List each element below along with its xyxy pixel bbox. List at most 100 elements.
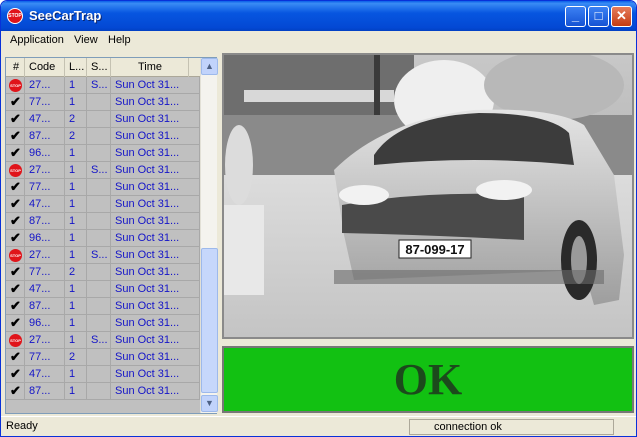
- cell-code: 77...: [25, 179, 65, 196]
- cell-lane: 1: [65, 213, 87, 230]
- table-row[interactable]: STOP 27... 1 S... Sun Oct 31...: [6, 77, 200, 94]
- cell-lane: 1: [65, 298, 87, 315]
- cell-time: Sun Oct 31...: [111, 264, 200, 281]
- stop-sign-icon: STOP: [7, 8, 23, 24]
- cell-time: Sun Oct 31...: [111, 230, 200, 247]
- cell-lane: 1: [65, 332, 87, 349]
- row-icon-cell: ✔: [6, 94, 25, 111]
- cell-time: Sun Oct 31...: [111, 111, 200, 128]
- cell-lane: 1: [65, 315, 87, 332]
- check-icon: ✔: [10, 94, 21, 109]
- row-icon-cell: ✔: [6, 213, 25, 230]
- check-icon: ✔: [10, 366, 21, 381]
- status-bar: Ready connection ok: [1, 416, 636, 436]
- scroll-up-button[interactable]: ▲: [201, 58, 218, 75]
- table-row[interactable]: ✔ 77... 1 Sun Oct 31...: [6, 179, 200, 196]
- menu-view[interactable]: View: [74, 34, 98, 46]
- table-row[interactable]: STOP 27... 1 S... Sun Oct 31...: [6, 162, 200, 179]
- stop-icon: STOP: [9, 249, 22, 262]
- menu-bar: Application View Help: [1, 31, 636, 50]
- cell-code: 96...: [25, 230, 65, 247]
- check-icon: ✔: [10, 196, 21, 211]
- table-row[interactable]: ✔ 47... 1 Sun Oct 31...: [6, 196, 200, 213]
- minimize-button[interactable]: _: [565, 6, 586, 27]
- cell-code: 47...: [25, 111, 65, 128]
- cell-status: [87, 213, 111, 230]
- col-header-code[interactable]: Code: [25, 58, 65, 77]
- cell-time: Sun Oct 31...: [111, 247, 200, 264]
- cell-lane: 1: [65, 162, 87, 179]
- stop-icon: STOP: [9, 334, 22, 347]
- events-list[interactable]: # Code L... S... Time STOP 27... 1 S... Sun …: [5, 57, 218, 414]
- cell-lane: 1: [65, 230, 87, 247]
- scroll-down-button[interactable]: ▼: [201, 395, 218, 412]
- table-row[interactable]: ✔ 87... 2 Sun Oct 31...: [6, 128, 200, 145]
- menu-application[interactable]: Application: [10, 34, 64, 46]
- cell-status: [87, 298, 111, 315]
- row-icon-cell: STOP: [6, 332, 25, 349]
- window-title: SeeCarTrap: [29, 8, 102, 23]
- row-icon-cell: ✔: [6, 383, 25, 400]
- check-icon: ✔: [10, 213, 21, 228]
- menu-help[interactable]: Help: [108, 34, 131, 46]
- cell-code: 87...: [25, 383, 65, 400]
- cell-time: Sun Oct 31...: [111, 383, 200, 400]
- cell-status: S...: [87, 332, 111, 349]
- car-photo: 87-099-17: [224, 55, 632, 337]
- table-row[interactable]: ✔ 77... 1 Sun Oct 31...: [6, 94, 200, 111]
- cell-time: Sun Oct 31...: [111, 162, 200, 179]
- stop-icon: STOP: [9, 79, 22, 92]
- cell-time: Sun Oct 31...: [111, 315, 200, 332]
- col-header-lane[interactable]: L...: [65, 58, 87, 77]
- title-bar[interactable]: STOP SeeCarTrap _ □ ✕: [1, 1, 636, 31]
- cell-code: 47...: [25, 281, 65, 298]
- table-row[interactable]: STOP 27... 1 S... Sun Oct 31...: [6, 332, 200, 349]
- col-header-status[interactable]: S...: [87, 58, 111, 77]
- table-row[interactable]: ✔ 87... 1 Sun Oct 31...: [6, 213, 200, 230]
- table-row[interactable]: ✔ 96... 1 Sun Oct 31...: [6, 230, 200, 247]
- maximize-button[interactable]: □: [588, 6, 609, 27]
- row-icon-cell: STOP: [6, 77, 25, 94]
- table-row[interactable]: STOP 27... 1 S... Sun Oct 31...: [6, 247, 200, 264]
- cell-lane: 1: [65, 77, 87, 94]
- cell-lane: 1: [65, 145, 87, 162]
- table-row[interactable]: ✔ 96... 1 Sun Oct 31...: [6, 315, 200, 332]
- table-row[interactable]: ✔ 47... 1 Sun Oct 31...: [6, 281, 200, 298]
- cell-status: [87, 230, 111, 247]
- check-icon: ✔: [10, 111, 21, 126]
- cell-status: [87, 179, 111, 196]
- scroll-thumb[interactable]: [201, 248, 218, 393]
- col-header-time[interactable]: Time: [111, 58, 189, 77]
- row-icon-cell: ✔: [6, 145, 25, 162]
- row-icon-cell: ✔: [6, 315, 25, 332]
- cell-lane: 1: [65, 281, 87, 298]
- check-icon: ✔: [10, 281, 21, 296]
- table-row[interactable]: ✔ 77... 2 Sun Oct 31...: [6, 264, 200, 281]
- check-icon: ✔: [10, 264, 21, 279]
- cell-status: S...: [87, 247, 111, 264]
- cell-status: S...: [87, 77, 111, 94]
- cell-code: 27...: [25, 332, 65, 349]
- table-row[interactable]: ✔ 47... 1 Sun Oct 31...: [6, 366, 200, 383]
- cell-time: Sun Oct 31...: [111, 145, 200, 162]
- cell-status: [87, 128, 111, 145]
- cell-status: [87, 281, 111, 298]
- cell-time: Sun Oct 31...: [111, 213, 200, 230]
- cell-lane: 1: [65, 383, 87, 400]
- table-row[interactable]: ✔ 47... 2 Sun Oct 31...: [6, 111, 200, 128]
- table-row[interactable]: ✔ 87... 1 Sun Oct 31...: [6, 298, 200, 315]
- table-row[interactable]: ✔ 96... 1 Sun Oct 31...: [6, 145, 200, 162]
- cell-time: Sun Oct 31...: [111, 77, 200, 94]
- close-button[interactable]: ✕: [611, 6, 632, 27]
- cell-lane: 2: [65, 111, 87, 128]
- cell-time: Sun Oct 31...: [111, 366, 200, 383]
- stop-icon: STOP: [9, 164, 22, 177]
- check-icon: ✔: [10, 298, 21, 313]
- vertical-scrollbar[interactable]: ▲ ▼: [200, 58, 218, 413]
- table-row[interactable]: ✔ 77... 2 Sun Oct 31...: [6, 349, 200, 366]
- table-row[interactable]: ✔ 87... 1 Sun Oct 31...: [6, 383, 200, 400]
- cell-status: [87, 315, 111, 332]
- row-icon-cell: ✔: [6, 264, 25, 281]
- check-icon: ✔: [10, 179, 21, 194]
- col-header-number[interactable]: #: [6, 58, 25, 77]
